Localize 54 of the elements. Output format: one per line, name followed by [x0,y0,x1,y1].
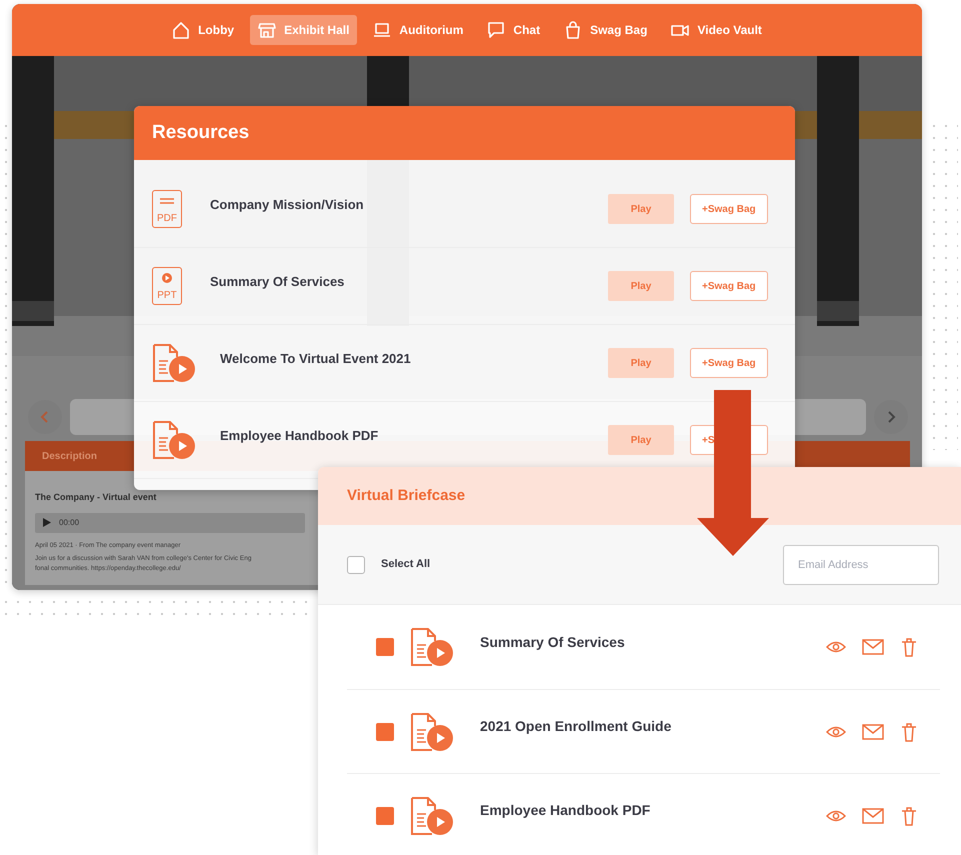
video-file-icon [152,343,196,383]
chat-icon [487,21,506,39]
item-checkbox[interactable] [376,806,394,824]
add-to-swag-bag-button[interactable]: +Swag Bag [690,348,768,378]
select-all-checkbox[interactable] [347,556,365,574]
resource-title: Welcome To Virtual Event 2021 [220,350,412,368]
icon-label: PPT [157,291,177,301]
video-file-icon [410,796,454,836]
panel-title: Virtual Briefcase [347,486,466,506]
player-time: 00:00 [59,516,80,528]
play-button[interactable]: Play [608,425,674,455]
description-tab[interactable]: Description [25,448,114,464]
play-circle-icon [162,273,172,283]
video-file-icon [152,420,196,460]
trash-icon[interactable] [900,637,918,657]
nav-tab[interactable]: Chat [479,15,548,45]
nav-tab[interactable]: Video Vault [663,15,770,45]
play-icon [43,518,51,527]
shopping-bag-icon [564,21,582,39]
item-checkbox[interactable] [376,722,394,740]
play-button[interactable]: Play [608,348,674,378]
laptop-icon [373,21,392,39]
mail-icon[interactable] [862,806,884,824]
trash-icon[interactable] [900,722,918,742]
select-all-label: Select All [381,557,430,572]
play-button[interactable]: Play [608,194,674,224]
resource-title: Summary Of Services [210,273,346,292]
nav-tab[interactable]: Lobby [164,15,242,45]
trash-icon[interactable] [900,806,918,826]
video-file-icon [410,712,454,752]
mail-icon[interactable] [862,638,884,656]
play-button[interactable]: Play [608,271,674,301]
document-title: Summary Of Services [480,632,626,652]
icon-label: PDF [157,214,177,224]
home-icon [172,21,190,39]
mail-icon[interactable] [862,722,884,740]
item-checkbox[interactable] [376,638,394,656]
email-field[interactable]: Email Address [783,544,939,584]
video-file-icon [410,627,454,667]
view-icon[interactable] [826,639,846,655]
audio-player[interactable]: 00:00 [35,512,305,532]
document-title: 2021 Open Enrollment Guide [480,717,672,736]
resource-title: Employee Handbook PDF [220,427,380,446]
document-title: Employee Handbook PDF [480,801,652,820]
add-to-swag-bag-button[interactable]: +Swag Bag [690,194,768,224]
nav-tab[interactable]: Auditorium [365,15,472,45]
nav-tab[interactable]: Exhibit Hall [250,15,358,45]
resource-title: Company Mission/Vision [210,196,365,214]
dialog-title: Resources [152,120,250,145]
event-title: The Company - Virtual event [35,491,156,504]
storefront-icon [258,21,276,39]
add-to-swag-bag-button[interactable]: +Swag Bag [690,271,768,301]
text-lines-icon [160,198,174,204]
nav-tab[interactable]: Swag Bag [556,15,656,45]
